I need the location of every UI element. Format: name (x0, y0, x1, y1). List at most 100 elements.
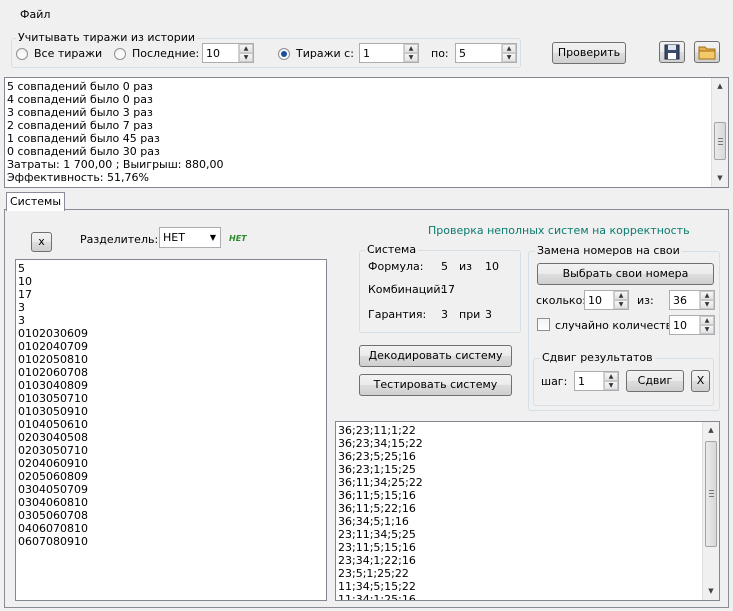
input-line: 0204060910 (18, 457, 88, 470)
input-line: 0607080910 (18, 535, 88, 548)
radio-last-draws[interactable] (114, 48, 126, 60)
random-count-value: 10 (673, 319, 687, 332)
formula-of: из (459, 260, 472, 273)
clear-button[interactable]: x (31, 232, 52, 252)
output-line: 36;23;11;1;22 (338, 424, 416, 437)
system-output-textbox[interactable]: 36;23;11;1;22 36;23;34;15;22 36;23;5;25;16… (335, 421, 720, 601)
separator-hint: НЕТ (229, 234, 247, 243)
random-count-label: случайно количество: (555, 319, 683, 332)
radio-draws-range[interactable] (278, 48, 290, 60)
input-line: 0203040508 (18, 431, 88, 444)
menu-file[interactable]: Файл (14, 8, 56, 21)
output-line: 23;11;34;5;25 (338, 528, 416, 541)
input-line: 0104050610 (18, 418, 88, 431)
shift-button[interactable]: Сдвиг (626, 370, 684, 392)
system-input-text: 5 10 17 3 3 0102030609 0102040709 0102050810 010… (18, 262, 88, 548)
results-text: 5 совпадений было 0 раз 4 совпадений было… (7, 80, 224, 184)
input-line: 0203050710 (18, 444, 88, 457)
of-stepper[interactable]: 36 ▲ ▼ (669, 290, 715, 310)
close-shift-button[interactable]: X (691, 370, 710, 392)
output-line: 11;34;5;15;22 (338, 580, 416, 593)
label-draws-to: по: (431, 47, 449, 60)
system-input-textbox[interactable]: 5 10 17 3 3 0102030609 0102040709 0102050810 010… (15, 259, 327, 601)
last-draws-stepper[interactable]: 10 ▲ ▼ (202, 43, 254, 63)
separator-select[interactable]: НЕТ ▼ (159, 227, 221, 248)
guarantee-at: при (459, 308, 481, 321)
input-line: 0103050910 (18, 405, 88, 418)
formula-n: 10 (485, 260, 499, 273)
count-label: сколько: (536, 294, 587, 307)
folder-icon (698, 46, 716, 60)
step-stepper[interactable]: 1 ▲ ▼ (574, 371, 619, 391)
output-line: 36;34;5;1;16 (338, 515, 409, 528)
input-line: 3 (18, 301, 25, 314)
combinations-value: 17 (441, 283, 455, 296)
random-count-checkbox[interactable] (537, 318, 550, 331)
output-line: 36;23;5;25;16 (338, 450, 416, 463)
check-button[interactable]: Проверить (552, 42, 626, 64)
formula-label: Формула: (368, 260, 424, 273)
scroll-up-icon[interactable]: ▲ (703, 422, 719, 439)
check-systems-title: Проверка неполных систем на корректность (428, 224, 690, 237)
output-line: 11;34;1;25;16 (338, 593, 416, 601)
replace-numbers-title: Замена номеров на свои (535, 244, 682, 257)
results-line: 4 совпадений было 0 раз (7, 93, 153, 106)
label-draws-from: Тиражи с: (296, 47, 354, 60)
input-line: 0102050810 (18, 353, 88, 366)
results-line: 5 совпадений было 0 раз (7, 80, 153, 93)
label-last-draws: Последние: (132, 47, 200, 60)
guarantee-label: Гарантия: (368, 308, 427, 321)
output-scrollbar[interactable]: ▲ ▼ (702, 422, 719, 600)
input-line: 17 (18, 288, 32, 301)
output-line: 36;23;1;15;25 (338, 463, 416, 476)
scroll-down-icon[interactable]: ▼ (703, 583, 719, 600)
input-line: 0102030609 (18, 327, 88, 340)
separator-label: Разделитель: (80, 233, 159, 246)
decode-system-button[interactable]: Декодировать систему (359, 345, 512, 367)
output-line: 23;5;1;25;22 (338, 567, 409, 580)
input-line: 3 (18, 314, 25, 327)
scroll-up-icon[interactable]: ▲ (712, 78, 728, 95)
results-textbox[interactable]: 5 совпадений было 0 раз 4 совпадений было… (4, 77, 729, 188)
radio-all-draws[interactable] (16, 48, 28, 60)
choose-numbers-button[interactable]: Выбрать свои номера (537, 263, 714, 285)
results-line: 0 совпадений было 30 раз (7, 145, 160, 158)
input-line: 10 (18, 275, 32, 288)
draws-from-stepper[interactable]: 1 ▲ ▼ (359, 43, 419, 63)
chevron-down-icon: ▼ (209, 233, 216, 242)
last-draws-value: 10 (206, 47, 220, 60)
draws-from-value: 1 (363, 47, 370, 60)
separator-value: НЕТ (163, 231, 185, 244)
draws-to-value: 5 (459, 47, 466, 60)
scroll-thumb[interactable] (714, 122, 726, 160)
scroll-down-icon[interactable]: ▼ (712, 170, 728, 187)
draws-to-stepper[interactable]: 5 ▲ ▼ (455, 43, 517, 63)
system-output-text: 36;23;11;1;22 36;23;34;15;22 36;23;5;25;16… (338, 424, 423, 601)
step-label: шаг: (541, 375, 568, 388)
system-group-title: Система (365, 243, 419, 256)
output-line: 23;34;1;22;16 (338, 554, 416, 567)
save-button[interactable] (659, 41, 685, 63)
of-label: из: (637, 294, 654, 307)
tab-systems[interactable]: Системы (6, 192, 65, 211)
count-stepper[interactable]: 10 ▲ ▼ (584, 290, 629, 310)
open-button[interactable] (694, 41, 720, 63)
scroll-thumb[interactable] (705, 441, 717, 547)
input-line: 0305060708 (18, 509, 88, 522)
test-system-button[interactable]: Тестировать систему (359, 374, 512, 396)
guarantee-n: 3 (485, 308, 492, 321)
results-line: Эффективность: 51,76% (7, 171, 149, 184)
label-all-draws: Все тиражи (34, 47, 103, 60)
results-scrollbar[interactable]: ▲ ▼ (711, 78, 728, 187)
of-value: 36 (673, 294, 687, 307)
results-line: Затраты: 1 700,00 ; Выигрыш: 880,00 (7, 158, 224, 171)
input-line: 0102040709 (18, 340, 88, 353)
input-line: 0205060809 (18, 470, 88, 483)
results-line: 3 совпадений было 3 раз (7, 106, 153, 119)
input-line: 0304060810 (18, 496, 88, 509)
results-line: 2 совпадений было 7 раз (7, 119, 153, 132)
step-value: 1 (578, 375, 585, 388)
count-value: 10 (588, 294, 602, 307)
random-count-stepper[interactable]: 10 ▲ ▼ (669, 315, 715, 335)
output-line: 36;11;5;15;16 (338, 489, 416, 502)
